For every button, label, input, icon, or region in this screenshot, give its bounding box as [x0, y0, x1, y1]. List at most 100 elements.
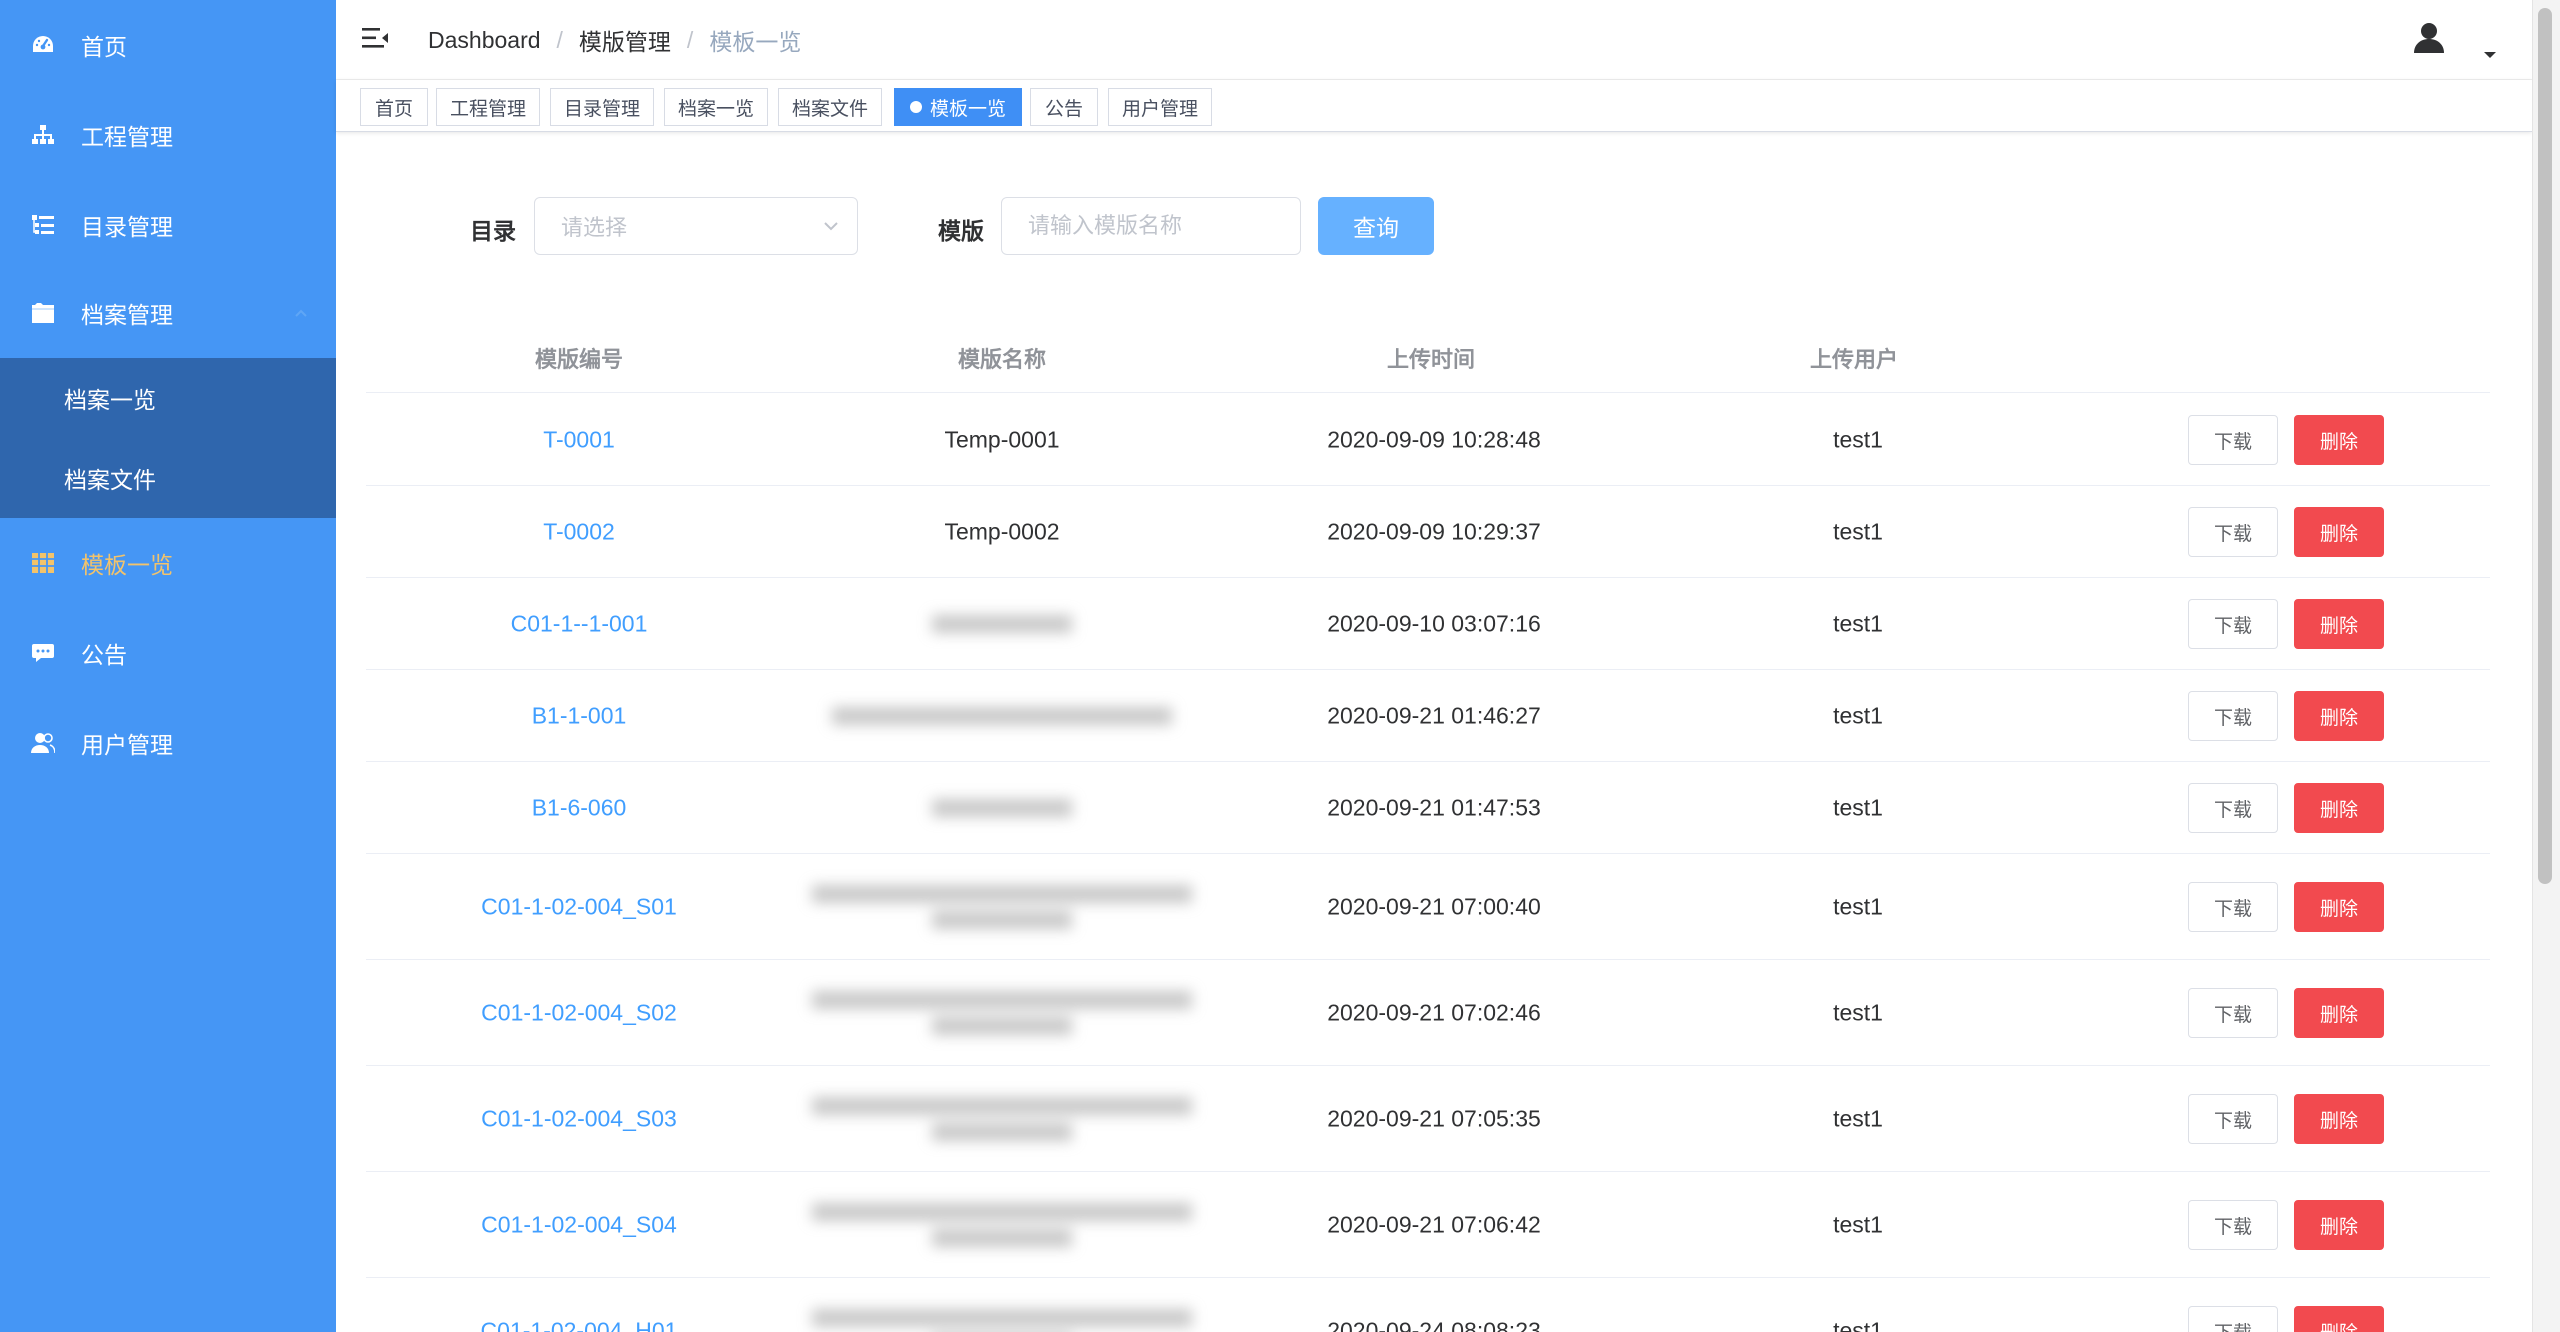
template-code-link[interactable]: C01-1-02-004_S03 [481, 1106, 677, 1133]
download-button[interactable]: 下载 [2188, 1094, 2278, 1144]
tag-label: 档案文件 [791, 98, 868, 120]
template-code-link[interactable]: C01-1--1-001 [511, 611, 648, 638]
top-navbar: Dashboard / 模版管理 / 模板一览 [336, 0, 2532, 80]
download-button[interactable]: 下载 [2188, 599, 2278, 649]
sidebar-item-directory[interactable]: 目录管理 [0, 185, 336, 265]
directory-select[interactable]: 请选择 [534, 197, 858, 255]
directory-select-placeholder: 请选择 [561, 215, 628, 240]
sidebar-item-label: 工程管理 [81, 124, 173, 150]
delete-button[interactable]: 删除 [2294, 1306, 2384, 1332]
delete-button[interactable]: 删除 [2294, 783, 2384, 833]
download-button[interactable]: 下载 [2188, 988, 2278, 1038]
template-code-link[interactable]: C01-1-02-004_S01 [481, 894, 677, 921]
user-avatar-icon[interactable] [2411, 20, 2447, 56]
column-header-name: 模版名称 [957, 347, 1047, 372]
tag-directory[interactable]: 目录管理 [550, 88, 654, 126]
column-header-code: 模版编号 [534, 347, 624, 372]
hamburger-icon[interactable] [362, 26, 390, 50]
active-dot-icon [909, 101, 922, 113]
breadcrumb-item-dashboard[interactable]: Dashboard [428, 27, 541, 54]
delete-button[interactable]: 删除 [2294, 507, 2384, 557]
tag-templates-active[interactable]: 模板一览 [894, 88, 1022, 126]
redacted-text-bar [832, 707, 1172, 725]
download-button[interactable]: 下载 [2188, 1306, 2278, 1332]
download-button[interactable]: 下载 [2188, 783, 2278, 833]
sidebar-item-users[interactable]: 用户管理 [0, 703, 336, 783]
redacted-text-bar [812, 1203, 1192, 1221]
tag-notice[interactable]: 公告 [1030, 88, 1098, 126]
redacted-text-bar [932, 615, 1072, 633]
table-row: C01-1--1-001 2020-09-10 03:07:16 test1 下载 删除 [366, 578, 2490, 670]
column-header-user: 上传用户 [1809, 347, 1899, 372]
tag-home[interactable]: 首页 [360, 88, 428, 126]
template-code-link[interactable]: T-0002 [543, 519, 615, 546]
tag-archive-files[interactable]: 档案文件 [778, 88, 882, 126]
sidebar-item-archives[interactable]: 档案管理 [0, 273, 336, 353]
sidebar-item-label: 模板一览 [81, 552, 173, 578]
tag-label: 首页 [374, 98, 413, 120]
tags-view-bar: 首页 工程管理 目录管理 档案一览 档案文件 模板一览 公告 用户管理 [336, 80, 2532, 132]
tag-archive-list[interactable]: 档案一览 [664, 88, 768, 126]
message-icon [30, 640, 56, 666]
scrollbar-thumb[interactable] [2538, 8, 2552, 884]
sidebar: 首页 工程管理 目录管理 档案管理 档案一览 档案文件 模板一览 公告 用户管理 [0, 0, 336, 1332]
template-code-link[interactable]: T-0001 [543, 427, 615, 454]
sidebar-item-projects[interactable]: 工程管理 [0, 95, 336, 175]
column-header-time: 上传时间 [1386, 347, 1476, 372]
template-code-link[interactable]: C01-1-02-004_S04 [481, 1212, 677, 1239]
breadcrumb-item-template-management[interactable]: 模版管理 [579, 23, 671, 57]
template-name-cell: Temp-0002 [944, 518, 1060, 545]
download-button[interactable]: 下载 [2188, 1200, 2278, 1250]
sidebar-item-home[interactable]: 首页 [0, 5, 336, 85]
query-button[interactable]: 查询 [1318, 197, 1434, 255]
delete-button[interactable]: 删除 [2294, 1094, 2384, 1144]
sidebar-item-label: 用户管理 [81, 732, 173, 758]
breadcrumb-item-current: 模板一览 [709, 29, 802, 55]
delete-button[interactable]: 删除 [2294, 415, 2384, 465]
delete-button[interactable]: 删除 [2294, 1200, 2384, 1250]
table-row: B1-6-060 2020-09-21 01:47:53 test1 下载 删除 [366, 762, 2490, 854]
breadcrumb: Dashboard / 模版管理 / 模板一览 [428, 24, 801, 56]
sidebar-item-templates[interactable]: 模板一览 [0, 523, 336, 603]
tag-users[interactable]: 用户管理 [1108, 88, 1212, 126]
table-row: T-0001 Temp-0001 2020-09-09 10:28:48 test1 下… [366, 394, 2490, 486]
delete-button[interactable]: 删除 [2294, 988, 2384, 1038]
sidebar-item-label: 目录管理 [81, 214, 173, 240]
upload-time-cell: 2020-09-21 07:05:35 [1327, 1105, 1541, 1132]
redacted-text-bar [812, 1097, 1192, 1115]
download-button[interactable]: 下载 [2188, 882, 2278, 932]
template-code-link[interactable]: B1-6-060 [532, 795, 627, 822]
table-grid-icon [30, 550, 56, 576]
template-label: 模版 [938, 218, 984, 244]
template-name-cell: Temp-0001 [944, 426, 1060, 453]
caret-down-icon[interactable] [2482, 50, 2498, 60]
upload-user-cell: test1 [1833, 518, 1883, 545]
redacted-text-bar [812, 885, 1192, 903]
sidebar-item-notice[interactable]: 公告 [0, 613, 336, 693]
upload-time-cell: 2020-09-21 01:46:27 [1327, 702, 1541, 729]
upload-time-cell: 2020-09-21 07:00:40 [1327, 893, 1541, 920]
upload-time-cell: 2020-09-21 07:02:46 [1327, 999, 1541, 1026]
directory-label: 目录 [470, 218, 516, 244]
tag-projects[interactable]: 工程管理 [436, 88, 540, 126]
dashboard-icon [30, 32, 56, 58]
template-name-input[interactable] [1001, 197, 1301, 255]
delete-button[interactable]: 删除 [2294, 691, 2384, 741]
tag-label: 用户管理 [1121, 98, 1198, 120]
sidebar-item-archive-list[interactable]: 档案一览 [0, 358, 336, 438]
table-header: 模版编号 模版名称 上传时间 上传用户 [366, 320, 2490, 393]
download-button[interactable]: 下载 [2188, 415, 2278, 465]
download-button[interactable]: 下载 [2188, 507, 2278, 557]
tag-label: 目录管理 [563, 98, 640, 120]
users-icon [30, 730, 56, 756]
download-button[interactable]: 下载 [2188, 691, 2278, 741]
template-code-link[interactable]: C01-1-02-004_S02 [481, 1000, 677, 1027]
template-name-cell [932, 791, 1072, 825]
query-button-label: 查询 [1353, 215, 1399, 241]
sidebar-item-archive-files[interactable]: 档案文件 [0, 438, 336, 518]
upload-time-cell: 2020-09-09 10:28:48 [1327, 426, 1541, 453]
template-code-link[interactable]: C01-1-02-004_H01 [481, 1318, 678, 1332]
template-code-link[interactable]: B1-1-001 [532, 703, 627, 730]
delete-button[interactable]: 删除 [2294, 599, 2384, 649]
delete-button[interactable]: 删除 [2294, 882, 2384, 932]
